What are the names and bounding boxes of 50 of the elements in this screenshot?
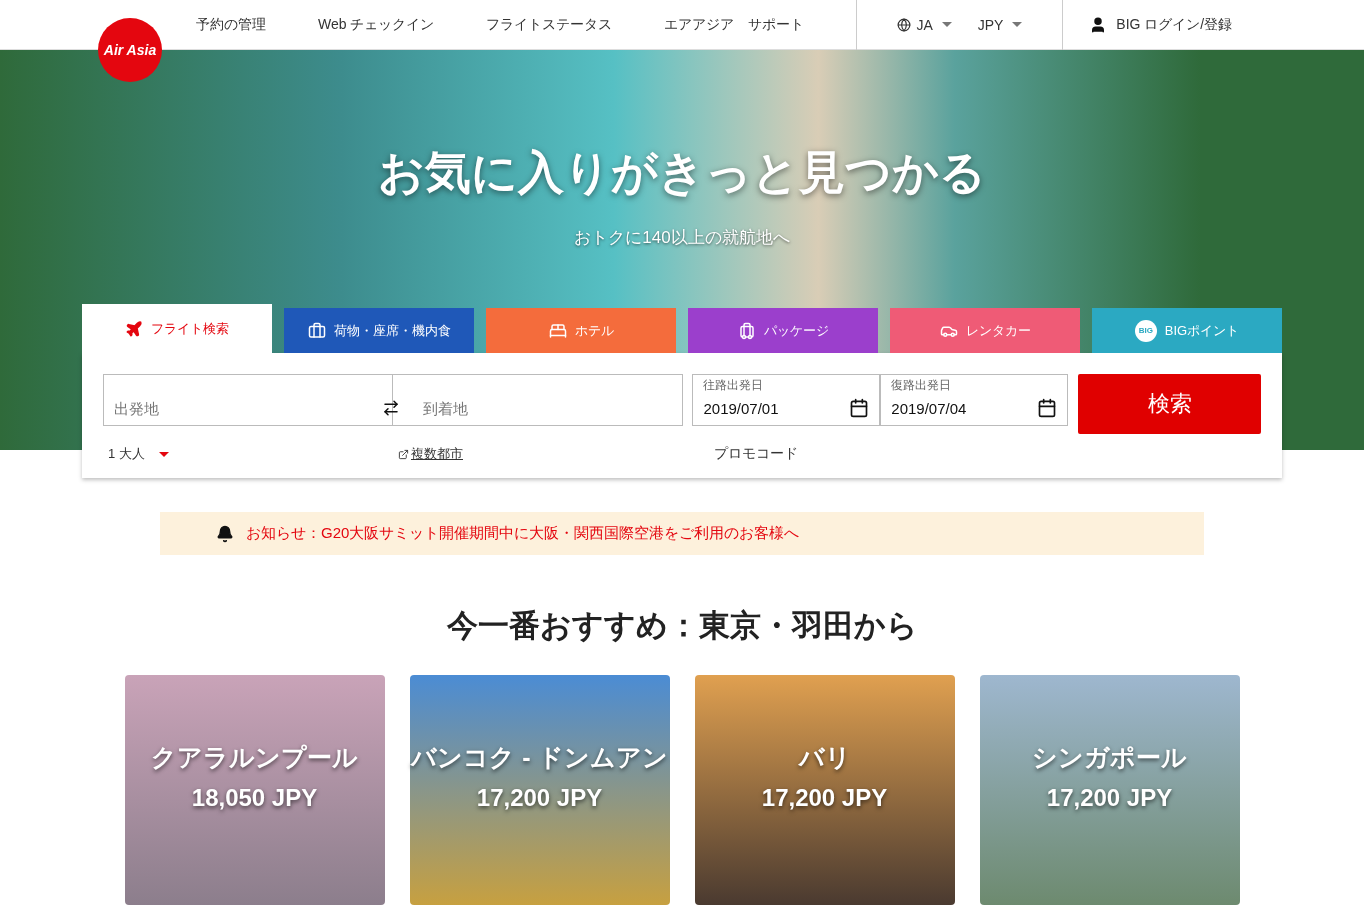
airasia-logo[interactable]: Air Asia — [98, 18, 162, 82]
nav-link[interactable]: 予約の管理 — [196, 15, 266, 34]
notice-banner[interactable]: お知らせ：G20大阪サミット開催期間中に大阪・関西国際空港をご利用のお客様へ — [160, 512, 1204, 555]
origin-field[interactable]: 出発地 — [103, 374, 393, 426]
big-badge: BIG — [1134, 319, 1157, 342]
destination-price: 17,200 JPY — [761, 784, 888, 812]
destination-price: 17,200 JPY — [476, 784, 603, 812]
hero-subtitle: おトクに140以上の就航地へ — [574, 227, 790, 249]
calendar-icon — [849, 398, 870, 418]
luggage-icon — [737, 321, 756, 340]
destination-price: 17,200 JPY — [1046, 784, 1173, 812]
promo-code-link[interactable]: プロモコード — [708, 444, 804, 464]
destination-card[interactable]: クアラルンプール 18,050 JPY — [124, 675, 385, 905]
passenger-select[interactable]: 1 大人 — [103, 445, 398, 463]
nav-link[interactable]: エアアジア サポート — [664, 15, 805, 34]
bell-icon — [216, 524, 234, 543]
section-title: 今一番おすすめ：東京・羽田から — [445, 607, 919, 645]
tab[interactable]: BIG BIGポイント — [1092, 308, 1282, 353]
hero-title: お気に入りがきっと見つかる — [378, 145, 986, 200]
globe-icon — [897, 17, 912, 32]
destination-name: シンガポール — [1032, 742, 1187, 773]
swap-icon[interactable] — [382, 399, 400, 417]
language-select[interactable]: JA — [897, 16, 952, 33]
bed-icon — [548, 321, 567, 340]
search-button[interactable]: 検索 — [1078, 374, 1261, 434]
nav-link[interactable]: フライトステータス — [486, 15, 613, 34]
destination-price: 18,050 JPY — [191, 784, 318, 812]
calendar-icon — [1037, 398, 1058, 418]
tab[interactable]: フライト検索 — [82, 304, 272, 353]
destination-name: クアラルンプール — [151, 742, 358, 773]
multi-city-link[interactable]: 複数都市 — [398, 445, 708, 463]
briefcase-icon — [307, 321, 326, 340]
destination-name: バリ — [798, 742, 851, 773]
tab[interactable]: パッケージ — [688, 308, 878, 353]
notice-text: お知らせ：G20大阪サミット開催期間中に大阪・関西国際空港をご利用のお客様へ — [246, 524, 800, 543]
date-field[interactable]: 復路出発日 2019/07/04 — [880, 374, 1069, 426]
external-link-icon — [398, 448, 409, 460]
tab[interactable]: 荷物・座席・機内食 — [284, 308, 474, 353]
currency-select[interactable]: JPY — [977, 16, 1023, 33]
destination-card[interactable]: バンコク - ドンムアン 17,200 JPY — [409, 675, 670, 905]
destination-card[interactable]: バリ 17,200 JPY — [694, 675, 955, 905]
destination-card[interactable]: シンガポール 17,200 JPY — [979, 675, 1240, 905]
destination-name: バンコク - ドンムアン — [411, 742, 668, 773]
login-link[interactable]: BIG ログイン/登録 — [1089, 15, 1233, 34]
destination-field[interactable]: 到着地 — [392, 374, 683, 426]
date-field[interactable]: 往路出発日 2019/07/01 — [692, 374, 881, 426]
tab[interactable]: レンタカー — [890, 308, 1080, 353]
plane-icon — [125, 319, 143, 338]
nav-link[interactable]: Web チェックイン — [318, 15, 435, 34]
tab[interactable]: ホテル — [486, 308, 676, 353]
